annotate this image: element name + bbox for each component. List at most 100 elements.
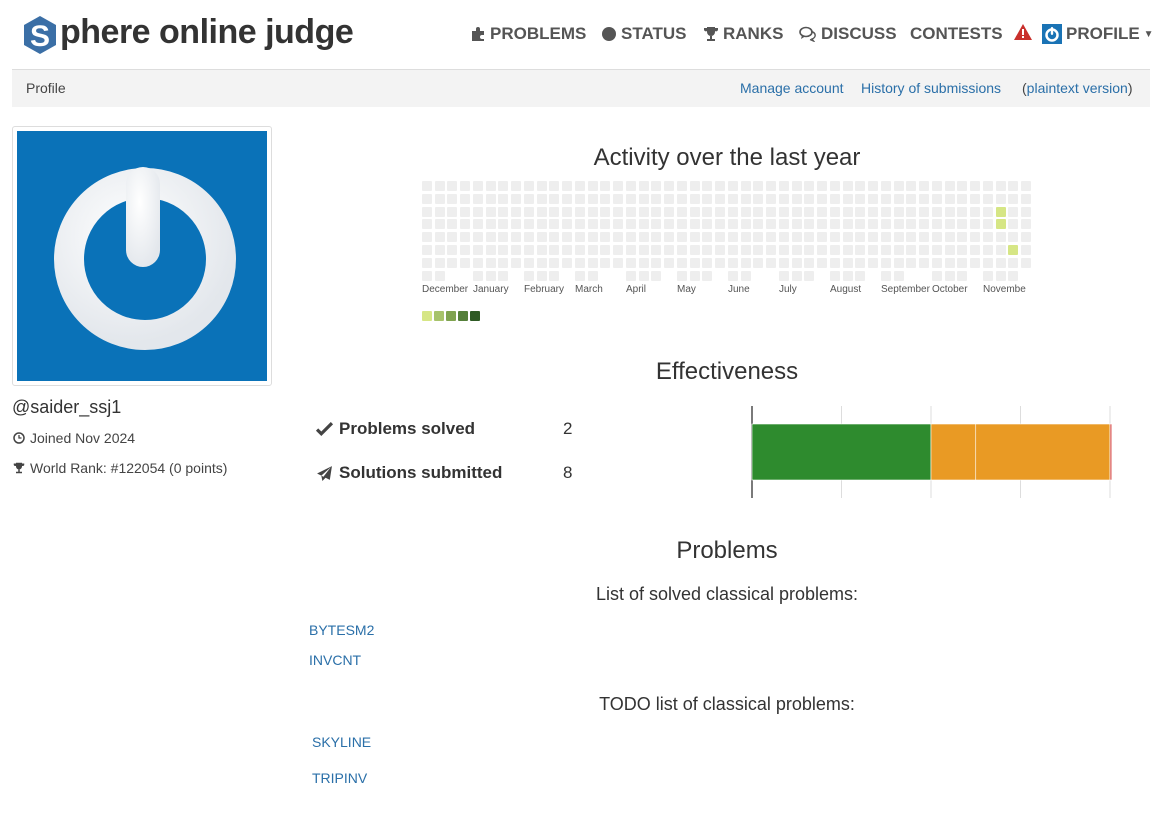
alert-button[interactable]	[1014, 24, 1032, 40]
activity-cell	[816, 257, 827, 268]
todo-problem-link[interactable]: SKYLINE	[312, 734, 371, 750]
nav-problems[interactable]: PROBLEMS	[470, 24, 586, 44]
activity-cell	[995, 257, 1006, 268]
activity-cell	[855, 181, 866, 191]
activity-cell	[638, 193, 649, 204]
activity-cell	[906, 193, 917, 204]
logo-hexagon-icon: S	[24, 16, 56, 54]
activity-cell	[536, 219, 547, 230]
activity-cell	[765, 245, 776, 255]
activity-cell	[1008, 181, 1019, 191]
activity-cell	[753, 193, 764, 204]
activity-cell	[842, 193, 853, 204]
activity-cell	[765, 232, 776, 243]
activity-cell	[816, 193, 827, 204]
nav-profile[interactable]: PROFILE ▼	[1042, 24, 1154, 44]
activity-cell	[702, 232, 713, 243]
activity-cell	[765, 193, 776, 204]
activity-cell	[663, 219, 674, 230]
activity-cell	[485, 219, 496, 230]
nav-status-label: STATUS	[621, 24, 687, 43]
activity-cell	[842, 257, 853, 268]
activity-cell	[422, 270, 432, 281]
activity-cell	[498, 219, 509, 230]
activity-cell	[765, 257, 776, 268]
activity-cell	[830, 232, 840, 243]
history-link[interactable]: History of submissions	[861, 80, 1001, 96]
activity-cell	[1020, 232, 1031, 243]
activity-cell	[779, 206, 789, 217]
activity-cell	[626, 245, 636, 255]
logo-badge[interactable]: S	[22, 15, 58, 55]
activity-cell	[600, 232, 611, 243]
check-icon	[316, 421, 333, 436]
legend-swatch	[434, 311, 444, 321]
activity-cell	[728, 193, 738, 204]
activity-cell	[918, 193, 929, 204]
nav-contests-label: CONTESTS	[910, 24, 1003, 43]
activity-cell	[575, 181, 585, 191]
activity-cell	[422, 193, 432, 204]
legend-swatch	[458, 311, 468, 321]
activity-cell	[638, 206, 649, 217]
legend-swatch	[470, 311, 480, 321]
activity-cell	[626, 219, 636, 230]
activity-cell	[932, 219, 942, 230]
activity-cell	[447, 245, 458, 255]
activity-cell	[638, 219, 649, 230]
activity-cell	[779, 257, 789, 268]
solved-problem-link[interactable]: INVCNT	[309, 652, 361, 668]
activity-cell	[957, 245, 968, 255]
month-label: February	[524, 284, 565, 295]
activity-cell	[485, 232, 496, 243]
activity-cell	[536, 193, 547, 204]
activity-cell	[867, 206, 878, 217]
todo-problem-link[interactable]: TRIPINV	[312, 770, 367, 786]
activity-cell	[867, 232, 878, 243]
activity-cell	[561, 206, 572, 217]
activity-cell	[524, 193, 534, 204]
activity-cell	[638, 270, 649, 281]
activity-cell	[969, 232, 980, 243]
activity-cell	[510, 219, 521, 230]
activity-cell	[1008, 245, 1019, 255]
brand-name[interactable]: phere online judge	[60, 13, 354, 52]
nav-contests[interactable]: CONTESTS	[910, 24, 1003, 44]
activity-cell	[651, 257, 662, 268]
activity-cell	[510, 193, 521, 204]
month-label: April	[626, 284, 647, 295]
activity-cell	[714, 206, 725, 217]
solutions-submitted-row: Solutions submitted	[316, 463, 502, 483]
activity-cell	[932, 270, 942, 281]
month-label: October	[932, 284, 968, 295]
activity-cell	[791, 181, 802, 191]
month-label: Novembe	[983, 284, 1026, 295]
problems-solved-value: 2	[563, 419, 573, 438]
activity-cell	[728, 181, 738, 191]
activity-cell	[830, 206, 840, 217]
activity-cell	[779, 219, 789, 230]
activity-cell	[804, 270, 815, 281]
activity-cell	[663, 245, 674, 255]
solved-problem-link[interactable]: BYTESM2	[309, 622, 374, 638]
nav-discuss[interactable]: DISCUSS	[799, 24, 897, 44]
activity-cell	[524, 206, 534, 217]
activity-cell	[600, 181, 611, 191]
nav-status[interactable]: STATUS	[601, 24, 686, 44]
activity-cell	[473, 206, 483, 217]
trophy-icon	[704, 27, 718, 41]
activity-cell	[663, 257, 674, 268]
activity-cell	[740, 257, 751, 268]
activity-cell	[447, 257, 458, 268]
activity-cell	[893, 245, 904, 255]
activity-cell	[626, 257, 636, 268]
manage-account-link[interactable]: Manage account	[740, 80, 844, 96]
profile-subbar: Profile Manage account History of submis…	[12, 69, 1150, 107]
activity-cell	[867, 245, 878, 255]
nav-ranks[interactable]: RANKS	[703, 24, 783, 44]
activity-cell	[510, 206, 521, 217]
activity-cell	[524, 219, 534, 230]
activity-cell	[816, 206, 827, 217]
activity-cell	[957, 257, 968, 268]
plaintext-link[interactable]: plaintext version	[1027, 80, 1128, 96]
